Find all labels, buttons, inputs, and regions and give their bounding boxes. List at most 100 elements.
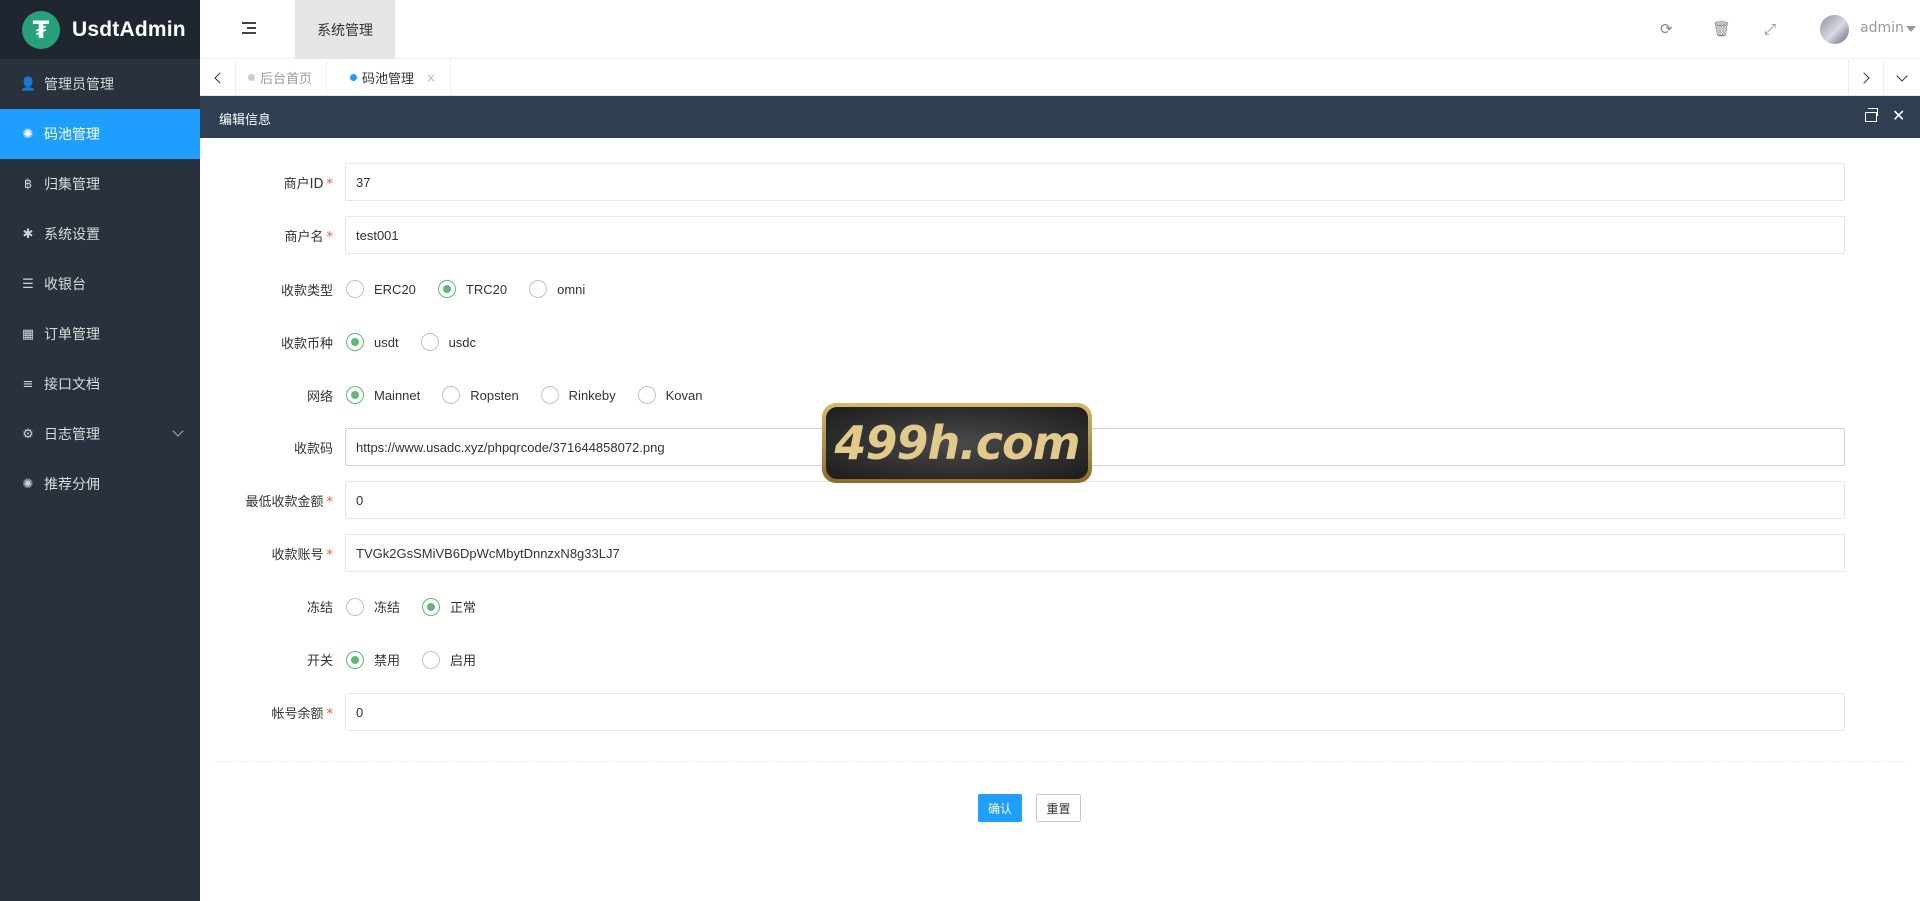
- radio-usdt[interactable]: usdt: [346, 333, 399, 351]
- calculator-icon: ▦: [21, 326, 35, 342]
- panel-title: 编辑信息: [219, 113, 272, 128]
- reset-button[interactable]: 重置: [1036, 794, 1081, 822]
- sidebar-item-label: 系统设置: [44, 227, 100, 243]
- radio-enabled[interactable]: 启用: [422, 650, 476, 669]
- radio-normal[interactable]: 正常: [422, 597, 476, 616]
- sidebar: ₮ UsdtAdmin 👤 管理员管理 ✺ 码池管理 ฿ 归集管理 ✱ 系统设置…: [0, 0, 200, 901]
- qrcode-input[interactable]: [345, 428, 1845, 466]
- radio-circle: [437, 280, 456, 298]
- radio-erc20[interactable]: ERC20: [346, 280, 416, 298]
- radio-frozen[interactable]: 冻结: [346, 597, 400, 616]
- form-row-merchant-id: 商户ID *: [200, 163, 1920, 201]
- brand-title: UsdtAdmin: [72, 17, 186, 41]
- tab-dot-icon: [350, 74, 357, 81]
- radio-circle: [346, 386, 364, 404]
- radio-trc20[interactable]: TRC20: [437, 280, 507, 298]
- menu-toggle-icon[interactable]: [242, 22, 256, 34]
- tabs-menu-button[interactable]: [1884, 59, 1920, 96]
- merchant-name-input[interactable]: [345, 216, 1845, 254]
- chevron-down-icon: [172, 425, 184, 437]
- radio-circle: [420, 333, 439, 351]
- radio-usdc[interactable]: usdc: [420, 333, 476, 351]
- radio-disabled[interactable]: 禁用: [346, 650, 400, 669]
- brand: ₮ UsdtAdmin: [0, 0, 200, 59]
- sidebar-item-settings[interactable]: ✱ 系统设置: [0, 209, 200, 259]
- radio-circle: [346, 597, 364, 616]
- form-divider: [215, 761, 1905, 762]
- field-label: 帐号余额 *: [271, 707, 333, 722]
- radio-circle: [637, 386, 656, 404]
- sidebar-item-label: 管理员管理: [44, 77, 114, 93]
- radio-mainnet[interactable]: Mainnet: [346, 386, 420, 404]
- sidebar-nav: 👤 管理员管理 ✺ 码池管理 ฿ 归集管理 ✱ 系统设置 ☰ 收银台 ▦ 订单管…: [0, 59, 200, 509]
- network-radio-group: Mainnet Ropsten Rinkeby Kovan: [346, 386, 725, 404]
- tab-label: 后台首页: [260, 72, 313, 87]
- username[interactable]: admin: [1860, 20, 1904, 36]
- radio-kovan[interactable]: Kovan: [637, 386, 703, 404]
- sidebar-item-api-docs[interactable]: ≡ 接口文档: [0, 359, 200, 409]
- sidebar-item-logs[interactable]: ⚙ 日志管理: [0, 409, 200, 459]
- confirm-button[interactable]: 确认: [978, 794, 1022, 822]
- field-label: 最低收款金额 *: [245, 495, 333, 510]
- sidebar-item-label: 归集管理: [44, 177, 100, 193]
- form-row-switch: 开关 禁用 启用: [200, 640, 1920, 678]
- sidebar-item-referral[interactable]: ✺ 推荐分佣: [0, 459, 200, 509]
- header-tab-system[interactable]: 系统管理: [295, 0, 395, 59]
- sidebar-item-code-pool[interactable]: ✺ 码池管理: [0, 109, 200, 159]
- radio-circle: [346, 650, 364, 669]
- radio-ropsten[interactable]: Ropsten: [442, 386, 519, 404]
- currency-radio-group: usdt usdc: [346, 333, 498, 351]
- close-icon[interactable]: ✕: [1892, 106, 1905, 125]
- log-icon: ⚙: [22, 426, 34, 442]
- user-icon: 👤: [20, 76, 37, 92]
- sidebar-item-label: 码池管理: [44, 127, 100, 143]
- pay-type-radio-group: ERC20 TRC20 omni: [346, 280, 607, 298]
- avatar[interactable]: [1820, 15, 1849, 44]
- panel-header: 编辑信息 ✕: [200, 96, 1920, 138]
- form-row-min-amount: 最低收款金额 *: [200, 481, 1920, 519]
- radio-rinkeby[interactable]: Rinkeby: [540, 386, 616, 404]
- radio-omni[interactable]: omni: [529, 280, 585, 298]
- tab-label: 码池管理: [362, 72, 415, 87]
- tab-code-pool[interactable]: 码池管理 ×: [338, 59, 452, 96]
- chevron-down-icon: [1896, 69, 1908, 82]
- maximize-icon[interactable]: [1865, 108, 1878, 122]
- sidebar-item-orders[interactable]: ▦ 订单管理: [0, 309, 200, 359]
- tabs-prev-button[interactable]: [200, 59, 236, 96]
- sidebar-item-label: 推荐分佣: [44, 477, 100, 493]
- radio-circle: [540, 386, 559, 404]
- refresh-icon[interactable]: ⟳: [1660, 20, 1673, 38]
- account-input[interactable]: [345, 534, 1845, 572]
- field-label: 收款码: [293, 442, 333, 457]
- sidebar-item-cashier[interactable]: ☰ 收银台: [0, 259, 200, 309]
- top-header: 系统管理 ⟳ 🗑 ⤢ admin: [200, 0, 1920, 59]
- field-label: 冻结: [306, 601, 333, 616]
- page-tabs-bar: 后台首页 码池管理 ×: [200, 59, 1920, 96]
- freeze-radio-group: 冻结 正常: [346, 597, 498, 616]
- switch-radio-group: 禁用 启用: [346, 650, 498, 669]
- radio-circle: [529, 280, 548, 298]
- tab-home[interactable]: 后台首页: [236, 59, 328, 96]
- radio-circle: [346, 333, 364, 351]
- sidebar-item-collection[interactable]: ฿ 归集管理: [0, 159, 200, 209]
- form-row-currency: 收款币种 usdt usdc: [200, 323, 1920, 361]
- merchant-id-input[interactable]: [345, 163, 1845, 201]
- sidebar-item-label: 日志管理: [44, 427, 100, 443]
- trash-icon[interactable]: 🗑: [1712, 20, 1731, 38]
- tab-dot-icon: [248, 74, 255, 81]
- caret-down-icon[interactable]: [1906, 26, 1916, 32]
- form-row-account: 收款账号 *: [200, 534, 1920, 572]
- fullscreen-icon[interactable]: ⤢: [1764, 20, 1776, 38]
- min-amount-input[interactable]: [345, 481, 1845, 519]
- sidebar-item-admin[interactable]: 👤 管理员管理: [0, 59, 200, 109]
- android-icon: ✺: [22, 126, 34, 142]
- radio-circle: [422, 650, 441, 669]
- tabs-next-button[interactable]: [1848, 59, 1884, 96]
- bitcoin-icon: ฿: [23, 176, 33, 192]
- radio-circle: [422, 597, 441, 616]
- tab-close-icon[interactable]: ×: [426, 71, 436, 85]
- chevron-left-icon: [213, 71, 226, 84]
- balance-input[interactable]: [345, 693, 1845, 731]
- tether-logo-icon: ₮: [22, 10, 60, 49]
- form-row-freeze: 冻结 冻结 正常: [200, 587, 1920, 625]
